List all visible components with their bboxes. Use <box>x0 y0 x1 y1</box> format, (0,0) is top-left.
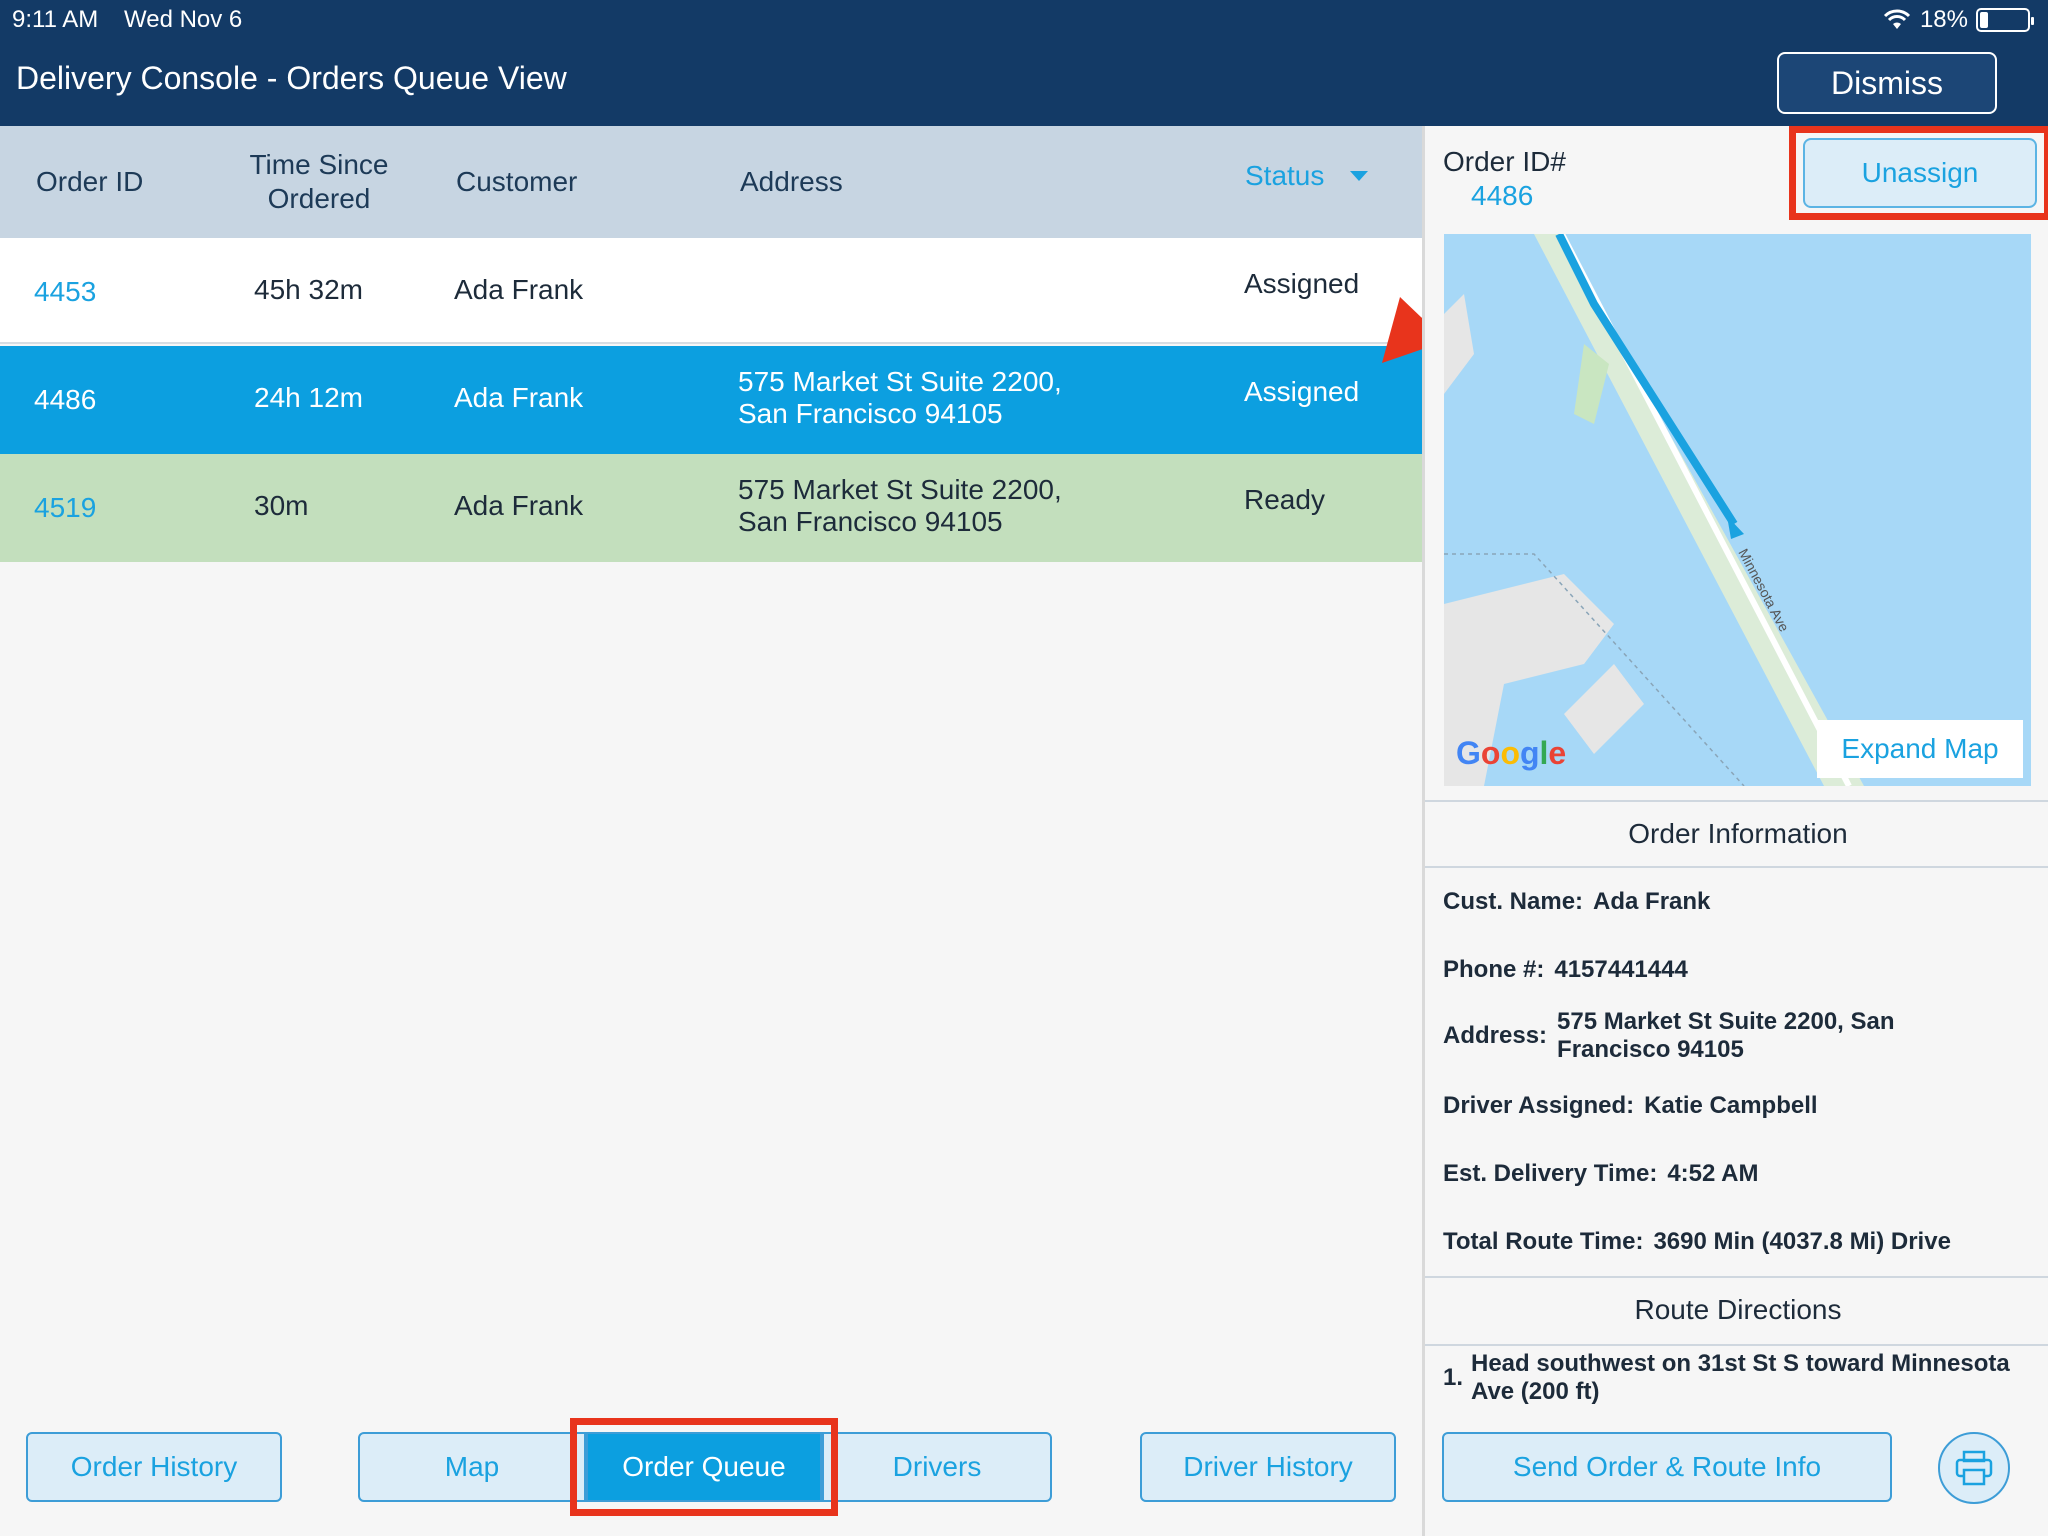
order-information-title: Order Information <box>1628 818 1848 849</box>
time-since-ordered: 45h 32m <box>254 274 363 305</box>
total-route-row: Total Route Time: 3690 Min (4037.8 Mi) D… <box>1443 1228 1951 1256</box>
send-order-route-info-button[interactable]: Send Order & Route Info <box>1442 1432 1892 1502</box>
time-since-ordered: 30m <box>254 490 309 521</box>
column-header-order-id[interactable]: Order ID <box>36 166 143 198</box>
print-button[interactable] <box>1938 1432 2010 1504</box>
wifi-icon <box>1883 9 1911 29</box>
chevron-down-icon <box>1350 171 1369 181</box>
order-history-button[interactable]: Order History <box>26 1432 282 1502</box>
column-header-status-label: Status <box>1245 160 1325 191</box>
top-bar: 9:11 AM Wed Nov 6 18% Delivery Console -… <box>0 0 2048 126</box>
highlight-box <box>570 1418 838 1516</box>
battery-percent: 18% <box>1919 6 1968 33</box>
address-value: 575 Market St Suite 2200, San Francisco … <box>1557 1008 1895 1063</box>
phone-value: 4157441444 <box>1554 956 1688 983</box>
address-row: Address: 575 Market St Suite 2200, San F… <box>1443 1008 1937 1064</box>
customer-name: Ada Frank <box>454 274 584 305</box>
route-directions-title: Route Directions <box>1634 1294 1842 1325</box>
table-row[interactable]: 4453 45h 32m Ada Frank Assigned <box>0 238 1422 344</box>
divider <box>1425 800 2048 802</box>
column-header-address[interactable]: Address <box>740 166 843 198</box>
driver-history-button[interactable]: Driver History <box>1140 1432 1396 1502</box>
status-date: Wed Nov 6 <box>124 6 243 33</box>
route-step-text: Head southwest on 31st St S toward Minne… <box>1471 1350 2010 1405</box>
driver-label: Driver Assigned: <box>1443 1092 1635 1119</box>
table-row-selected[interactable]: 4486 24h 12m Ada Frank 575 Market St Sui… <box>0 346 1422 454</box>
route-map[interactable]: Minnesota Ave Google Expand Map <box>1444 234 2031 786</box>
map-graphic: Minnesota Ave <box>1444 234 2031 786</box>
est-delivery-value: 4:52 AM <box>1667 1160 1759 1187</box>
expand-map-button[interactable]: Expand Map <box>1817 720 2023 778</box>
divider <box>1425 1276 2048 1278</box>
divider <box>1425 1344 2048 1346</box>
total-route-label: Total Route Time: <box>1443 1228 1644 1255</box>
dismiss-button[interactable]: Dismiss <box>1777 52 1997 114</box>
total-route-value: 3690 Min (4037.8 Mi) Drive <box>1653 1228 1951 1255</box>
address-line-1: 575 Market St Suite 2200, <box>738 366 1062 397</box>
address-line-2: San Francisco 94105 <box>738 398 1003 429</box>
highlight-box <box>1789 126 2048 220</box>
order-id-link[interactable]: 4519 <box>34 492 96 524</box>
order-status: Ready <box>1244 484 1325 515</box>
order-address: 575 Market St Suite 2200, San Francisco … <box>738 474 1062 538</box>
est-delivery-row: Est. Delivery Time: 4:52 AM <box>1443 1160 1758 1188</box>
address-line-1: 575 Market St Suite 2200, <box>738 474 1062 505</box>
tab-drivers[interactable]: Drivers <box>822 1432 1052 1502</box>
route-step-number: 1. <box>1443 1364 1464 1391</box>
customer-name: Ada Frank <box>454 490 584 521</box>
column-header-status-sort[interactable]: Status <box>1245 160 1369 192</box>
orders-table-header: Order ID Time Since Ordered Customer Add… <box>0 126 1422 238</box>
address-label: Address: <box>1443 1022 1548 1049</box>
printer-icon <box>1955 1450 1993 1486</box>
order-detail-panel: Order ID# 4486 Unassign Minnesota Ave Go… <box>1422 126 2048 1536</box>
driver-value: Katie Campbell <box>1644 1092 1818 1119</box>
cust-name-value: Ada Frank <box>1593 888 1711 915</box>
order-id-value: 4486 <box>1471 180 1534 211</box>
order-id-link[interactable]: 4486 <box>34 384 96 416</box>
address-line-2: San Francisco 94105 <box>738 506 1003 537</box>
customer-name-row: Cust. Name: Ada Frank <box>1443 888 1710 916</box>
google-logo: Google <box>1456 735 1567 771</box>
phone-row: Phone #: 4157441444 <box>1443 956 1688 984</box>
est-delivery-label: Est. Delivery Time: <box>1443 1160 1658 1187</box>
order-address: 575 Market St Suite 2200, San Francisco … <box>738 366 1062 430</box>
order-id-label: Order ID# <box>1443 146 1566 177</box>
divider <box>1425 866 2048 868</box>
driver-row: Driver Assigned: Katie Campbell <box>1443 1092 1818 1120</box>
order-id-link[interactable]: 4453 <box>34 276 96 308</box>
table-row[interactable]: 4519 30m Ada Frank 575 Market St Suite 2… <box>0 454 1422 562</box>
page-title: Delivery Console - Orders Queue View <box>16 60 567 96</box>
cust-name-label: Cust. Name: <box>1443 888 1584 915</box>
order-status: Assigned <box>1244 268 1360 299</box>
customer-name: Ada Frank <box>454 382 584 413</box>
battery-icon <box>1976 8 2034 32</box>
status-indicators: 18% <box>1882 6 2034 34</box>
column-header-customer[interactable]: Customer <box>456 166 577 198</box>
time-since-ordered: 24h 12m <box>254 382 363 413</box>
phone-label: Phone #: <box>1443 956 1545 983</box>
order-status: Assigned <box>1244 376 1360 407</box>
column-header-time-since-ordered[interactable]: Time Since Ordered <box>234 148 404 216</box>
tab-map[interactable]: Map <box>358 1432 586 1502</box>
status-time: 9:11 AM <box>12 6 99 33</box>
